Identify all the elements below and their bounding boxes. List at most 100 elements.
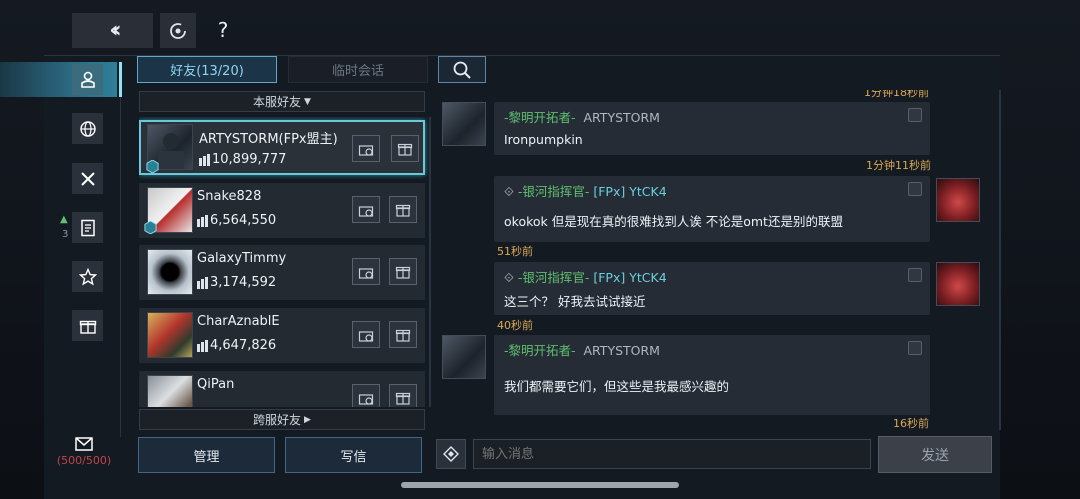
gift-box-button[interactable] <box>391 135 419 162</box>
sidebar-item-friends[interactable] <box>72 64 103 95</box>
avatar <box>936 178 980 222</box>
crossed-swords-icon <box>80 171 95 186</box>
friend-item[interactable]: QiPan <box>139 371 425 407</box>
sender-title: -黎明开拓者- <box>504 343 576 358</box>
friend-name: ARTYSTORM(FPx盟主) <box>199 132 338 147</box>
friend-item[interactable]: ARTYSTORM(FPx盟主) 10,899,777 <box>139 120 425 175</box>
friend-item[interactable]: GalaxyTimmy 3,174,592 <box>139 245 425 300</box>
message-options-icon[interactable] <box>908 182 922 196</box>
chat-message: -黎明开拓者- ARTYSTORM Ironpumpkin <box>494 102 930 155</box>
message-time: 1分钟11秒前 <box>866 159 931 172</box>
mail-count: (500/500) <box>56 454 112 467</box>
message-time: 40秒前 <box>497 319 533 332</box>
chat-message: ⟐ -银河指挥官- [FPx] YtCK4 okokok 但是现在真的很难找到人… <box>494 176 930 242</box>
avatar <box>442 335 486 379</box>
back-chevrons-icon: ‹‹ <box>109 18 121 43</box>
rank-badge-icon <box>146 160 159 173</box>
alliance-tag: [FPx] <box>593 270 626 285</box>
chat-message: -黎明开拓者- ARTYSTORM 我们都需要它们，但这些是我最感兴趣的 <box>494 335 930 415</box>
write-mail-button[interactable]: 写信 <box>285 437 422 473</box>
back-button[interactable]: ‹‹ <box>72 13 153 48</box>
tab-temp-chat[interactable]: 临时会话 <box>288 56 428 83</box>
send-gift-button[interactable] <box>352 258 380 285</box>
mail-button[interactable] <box>75 436 93 455</box>
star-icon <box>78 267 97 285</box>
commander-emblem-icon: ⟐ <box>504 184 514 199</box>
sidebar-item-gifts[interactable] <box>72 310 103 341</box>
message-time: 16秒前 <box>893 417 929 430</box>
gift-box-button[interactable] <box>389 196 417 223</box>
gift-icon <box>79 320 96 334</box>
send-gift-button[interactable] <box>352 196 380 223</box>
message-options-icon[interactable] <box>908 268 922 282</box>
sender-name: ARTYSTORM <box>583 343 660 358</box>
avatar <box>442 102 486 146</box>
chat-message: ⟐ -银河指挥官- [FPx] YtCK4 这三个？ 好我去试试接近 <box>494 262 930 315</box>
chat-messages[interactable]: 1分钟18秒前 -黎明开拓者- ARTYSTORM Ironpumpkin 1分… <box>436 90 1000 430</box>
friend-power-value: 6,564,550 <box>210 213 277 228</box>
avatar <box>147 312 193 358</box>
friend-power: 4,647,826 <box>197 338 276 353</box>
send-gift-button[interactable] <box>352 321 380 348</box>
sender-name: YtCK4 <box>629 270 667 285</box>
chat-scrollbar[interactable] <box>999 90 1001 430</box>
friend-name: QiPan <box>197 377 235 392</box>
message-text: 我们都需要它们，但这些是我最感兴趣的 <box>504 379 730 394</box>
refresh-button[interactable] <box>160 13 196 48</box>
home-indicator[interactable] <box>401 482 679 488</box>
emoji-button[interactable] <box>436 439 466 469</box>
manage-button[interactable]: 管理 <box>138 437 275 473</box>
message-input[interactable] <box>473 439 871 469</box>
send-button[interactable]: 发送 <box>878 436 992 473</box>
friend-list[interactable]: ARTYSTORM(FPx盟主) 10,899,777 Snake828 6,5… <box>139 117 429 407</box>
gift-send-icon <box>358 267 374 279</box>
friend-name: GalaxyTimmy <box>197 251 287 266</box>
help-button[interactable]: ? <box>212 16 234 44</box>
friend-item[interactable]: Snake828 6,564,550 <box>139 183 425 238</box>
group-cross-server-label: 跨服好友 <box>253 413 302 427</box>
message-options-icon[interactable] <box>908 108 922 122</box>
power-icon <box>197 276 208 289</box>
friend-item[interactable]: CharAznablE 4,647,826 <box>139 308 425 363</box>
gift-box-icon <box>395 266 411 279</box>
message-header: -黎明开拓者- ARTYSTORM <box>504 340 660 359</box>
friend-list-scrollbar[interactable] <box>429 117 431 407</box>
gift-box-icon <box>395 392 411 405</box>
gift-send-icon <box>358 330 374 342</box>
sender-title: -银河指挥官- <box>517 270 590 285</box>
search-icon <box>453 61 471 79</box>
group-server-label: 本服好友 <box>253 95 302 109</box>
group-cross-server-friends[interactable]: 跨服好友 ▶ <box>139 409 425 430</box>
sidebar-item-battle[interactable] <box>72 163 103 194</box>
sidebar-divider <box>120 97 121 437</box>
sidebar-item-favorites[interactable] <box>72 261 103 292</box>
gift-box-button[interactable] <box>389 384 417 407</box>
search-button[interactable] <box>438 56 486 83</box>
help-icon: ? <box>217 18 229 42</box>
gift-send-icon <box>358 205 374 217</box>
avatar <box>936 262 980 306</box>
gift-box-button[interactable] <box>389 258 417 285</box>
sender-name: ARTYSTORM <box>583 110 660 125</box>
friend-power: 10,899,777 <box>199 152 286 167</box>
friend-power: 3,174,592 <box>197 275 276 290</box>
document-icon <box>80 219 95 236</box>
send-gift-button[interactable] <box>352 135 380 162</box>
friend-power-value: 4,647,826 <box>210 338 277 353</box>
power-icon <box>199 153 210 166</box>
sender-title: -银河指挥官- <box>517 184 590 199</box>
message-text: Ironpumpkin <box>504 132 583 147</box>
gift-box-button[interactable] <box>389 321 417 348</box>
message-header: -黎明开拓者- ARTYSTORM <box>504 107 660 126</box>
friend-power-value: 10,899,777 <box>212 152 287 167</box>
sidebar-item-world[interactable] <box>72 113 103 144</box>
group-server-friends[interactable]: 本服好友 ▼ <box>139 91 425 112</box>
refresh-icon <box>170 22 186 39</box>
gift-box-icon <box>395 329 411 342</box>
tab-friends[interactable]: 好友(13/20) <box>137 56 277 83</box>
sidebar-item-notes[interactable] <box>72 212 103 243</box>
person-icon <box>80 71 95 88</box>
message-options-icon[interactable] <box>908 341 922 355</box>
message-time: 51秒前 <box>497 245 533 258</box>
send-gift-button[interactable] <box>352 384 380 407</box>
